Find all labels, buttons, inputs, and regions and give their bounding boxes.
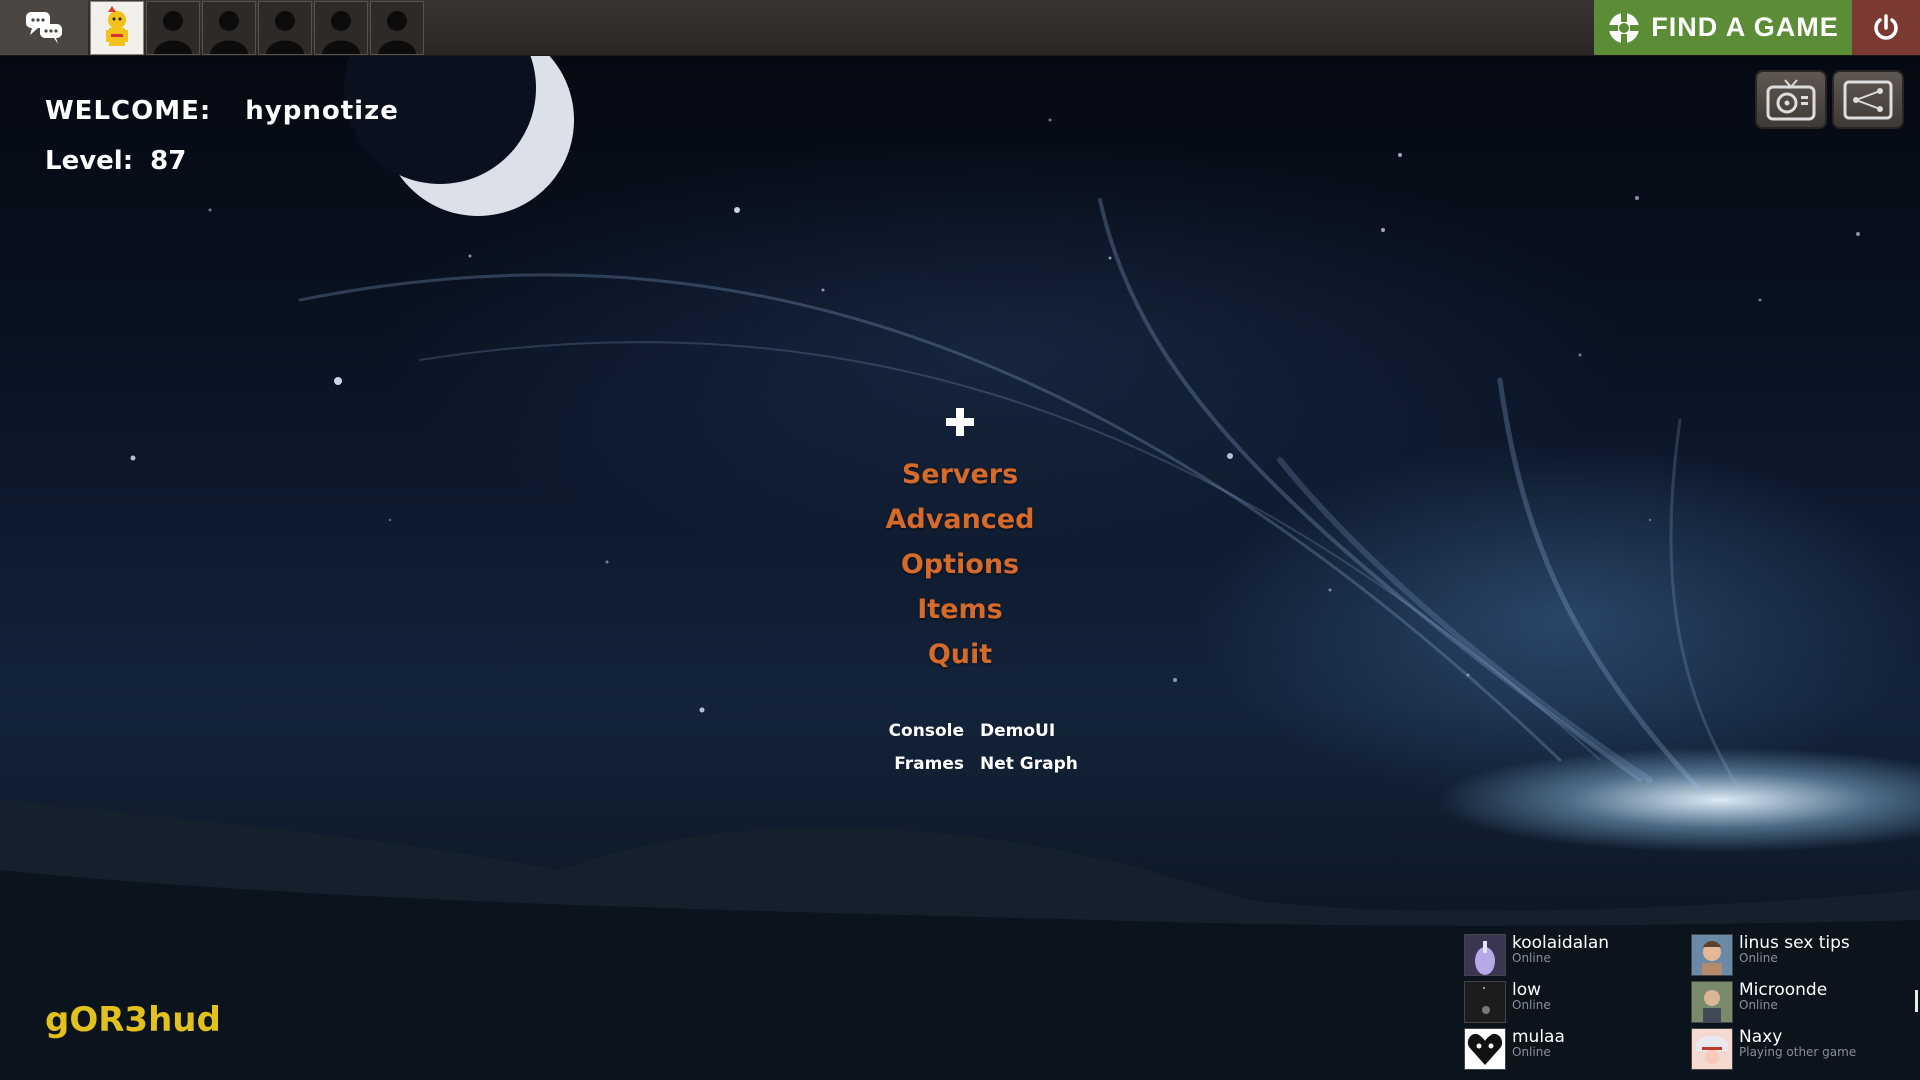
friend-avatar bbox=[1691, 934, 1733, 976]
empty-silhouette-icon bbox=[378, 11, 416, 54]
friends-scrollbar[interactable] bbox=[1915, 990, 1918, 1012]
hud-brand-label: gOR3hud bbox=[45, 1000, 221, 1040]
welcome-label: WELCOME: bbox=[45, 96, 212, 126]
party-slot-empty[interactable] bbox=[370, 1, 424, 55]
power-icon bbox=[1874, 13, 1898, 40]
friend-status: Online bbox=[1512, 951, 1551, 965]
friend-item[interactable]: Microonde Online bbox=[1691, 980, 1918, 1023]
party-slot-empty[interactable] bbox=[202, 1, 256, 55]
tool-toggles: Console DemoUI Frames Net Graph bbox=[860, 720, 1084, 776]
friend-avatar bbox=[1464, 981, 1506, 1023]
friend-name: Naxy bbox=[1739, 1027, 1783, 1047]
friend-status: Online bbox=[1512, 998, 1551, 1012]
server-browser-button[interactable] bbox=[1832, 70, 1904, 129]
friend-status: Online bbox=[1739, 951, 1778, 965]
chat-button[interactable] bbox=[0, 0, 88, 55]
friend-avatar bbox=[1691, 1028, 1733, 1070]
friend-name: koolaidalan bbox=[1512, 933, 1610, 953]
level-line: Level: 87 bbox=[45, 146, 186, 176]
frames-button[interactable]: Frames bbox=[860, 753, 964, 776]
friend-name: mulaa bbox=[1512, 1027, 1565, 1047]
friends-list: koolaidalan Online linus sex tips Online… bbox=[1464, 933, 1918, 1070]
menu-item-options[interactable]: Options bbox=[760, 542, 1160, 587]
friend-status: Playing other game bbox=[1739, 1045, 1857, 1059]
friend-item[interactable]: Naxy Playing other game bbox=[1691, 1027, 1918, 1070]
tv-icon bbox=[1766, 78, 1816, 120]
menu-item-quit[interactable]: Quit bbox=[760, 632, 1160, 677]
party-slot-self[interactable] bbox=[90, 1, 144, 55]
friend-status: Online bbox=[1512, 1045, 1551, 1059]
menu-item-items[interactable]: Items bbox=[760, 587, 1160, 632]
demoui-button[interactable]: DemoUI bbox=[964, 720, 1084, 743]
empty-silhouette-icon bbox=[322, 11, 360, 54]
welcome-line: WELCOME: hypnotize bbox=[45, 96, 399, 126]
username: hypnotize bbox=[245, 96, 399, 126]
empty-silhouette-icon bbox=[154, 11, 192, 54]
menu-item-servers[interactable]: Servers bbox=[760, 452, 1160, 497]
main-menu: Servers Advanced Options Items Quit bbox=[760, 452, 1160, 677]
friend-status: Online bbox=[1739, 998, 1778, 1012]
create-server-plus-icon[interactable] bbox=[944, 406, 976, 438]
friend-name: low bbox=[1512, 980, 1542, 1000]
party-slot-empty[interactable] bbox=[146, 1, 200, 55]
friend-item[interactable]: linus sex tips Online bbox=[1691, 933, 1918, 976]
top-bar: FIND A GAME bbox=[0, 0, 1920, 56]
level-value: 87 bbox=[150, 146, 187, 176]
console-button[interactable]: Console bbox=[860, 720, 964, 743]
menu-item-advanced[interactable]: Advanced bbox=[760, 497, 1160, 542]
tv-button[interactable] bbox=[1755, 70, 1827, 129]
friend-item[interactable]: low Online bbox=[1464, 980, 1691, 1023]
party-slot-empty[interactable] bbox=[314, 1, 368, 55]
party-slots bbox=[90, 1, 424, 55]
network-icon bbox=[1843, 80, 1893, 119]
quit-power-button[interactable] bbox=[1852, 0, 1920, 55]
find-a-game-button[interactable]: FIND A GAME bbox=[1594, 0, 1852, 55]
tf2-logo-icon bbox=[1607, 10, 1642, 45]
friend-item[interactable]: koolaidalan Online bbox=[1464, 933, 1691, 976]
find-a-game-label: FIND A GAME bbox=[1651, 12, 1839, 42]
empty-silhouette-icon bbox=[210, 11, 248, 54]
friend-name: Microonde bbox=[1739, 980, 1828, 1000]
player-avatar-icon bbox=[106, 6, 128, 46]
empty-silhouette-icon bbox=[266, 11, 304, 54]
friend-avatar bbox=[1464, 1028, 1506, 1070]
level-label: Level: bbox=[45, 146, 134, 176]
party-slot-empty[interactable] bbox=[258, 1, 312, 55]
net-graph-button[interactable]: Net Graph bbox=[964, 753, 1084, 776]
friend-item[interactable]: mulaa Online bbox=[1464, 1027, 1691, 1070]
friend-avatar bbox=[1691, 981, 1733, 1023]
friend-avatar bbox=[1464, 934, 1506, 976]
chat-bubbles-icon bbox=[26, 11, 62, 44]
friend-name: linus sex tips bbox=[1739, 933, 1850, 953]
